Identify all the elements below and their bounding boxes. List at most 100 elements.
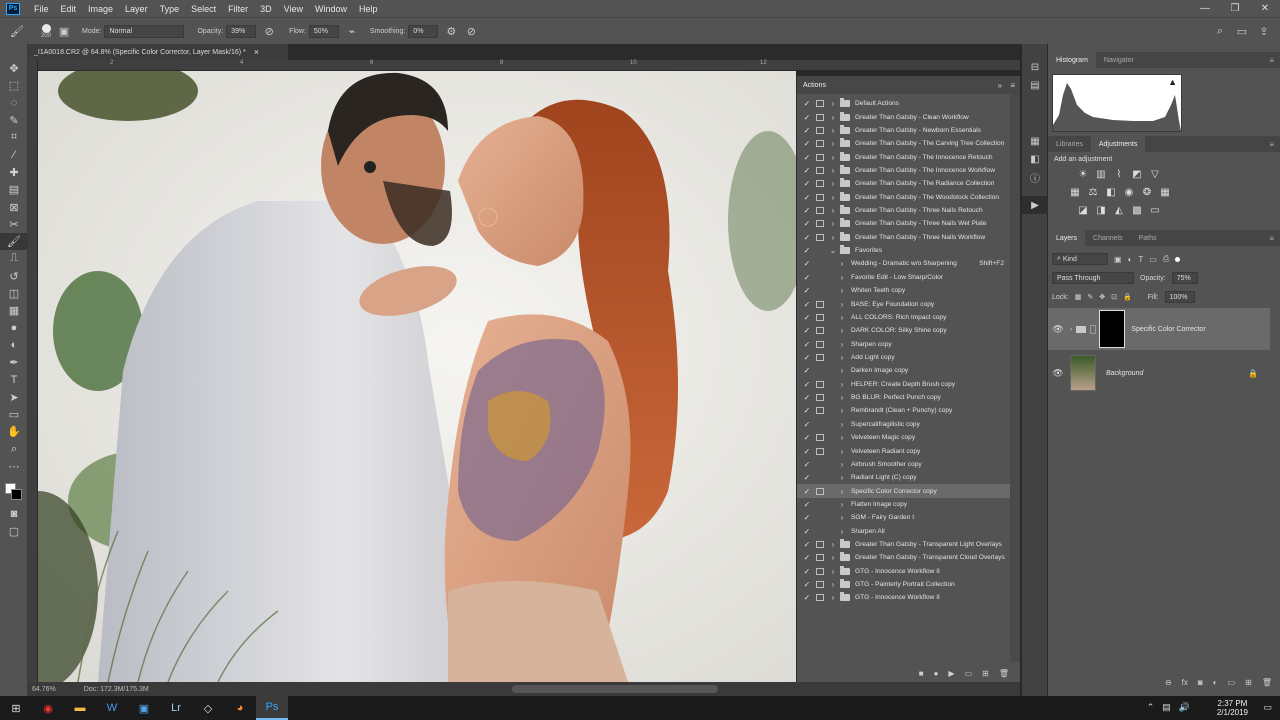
expand-arrow-icon[interactable]: › — [829, 139, 837, 148]
dialog-toggle-icon[interactable] — [816, 581, 824, 589]
action-row[interactable]: ✓ › Darken Image copy — [797, 364, 1010, 377]
action-row[interactable]: ✓ › SGM - Fairy Garden I — [797, 511, 1010, 524]
group-expand-icon[interactable]: › — [1070, 326, 1072, 333]
tray-expand-icon[interactable]: ⌃ — [1147, 702, 1155, 713]
expand-arrow-icon[interactable]: › — [829, 193, 837, 202]
menu-help[interactable]: Help — [353, 4, 384, 14]
menu-filter[interactable]: Filter — [222, 4, 254, 14]
actions-tab[interactable]: Actions — [803, 82, 826, 89]
store-icon[interactable]: ▣ — [128, 696, 160, 720]
action-row[interactable]: ✓ › Greater Than Gatsby - Clean Workflow — [797, 110, 1010, 123]
toggle-check-icon[interactable]: ✓ — [802, 460, 812, 469]
action-row[interactable]: ✓ › Add Light copy — [797, 351, 1010, 364]
eraser-tool-icon[interactable]: ◫ — [0, 285, 28, 302]
expand-arrow-icon[interactable]: › — [838, 420, 846, 429]
type-tool-icon[interactable]: T — [0, 371, 28, 388]
lock-all-icon[interactable]: 🔒 — [1123, 293, 1132, 301]
brush-settings-icon[interactable]: ▣ — [57, 24, 71, 38]
tab-paths[interactable]: Paths — [1131, 230, 1165, 246]
layer-thumbnail[interactable] — [1070, 355, 1096, 391]
toggle-check-icon[interactable]: ✓ — [802, 567, 812, 576]
selective-color-icon[interactable]: ▩ — [1130, 204, 1144, 216]
quick-select-tool-icon[interactable]: ✎ — [0, 112, 28, 129]
dialog-toggle-icon[interactable] — [816, 367, 824, 374]
blur-tool-icon[interactable]: ● — [0, 319, 28, 336]
dialog-toggle-icon[interactable] — [816, 501, 824, 508]
lock-position-icon[interactable]: ✥ — [1099, 293, 1105, 301]
visibility-eye-icon[interactable]: 👁 — [1048, 368, 1068, 379]
tab-histogram[interactable]: Histogram — [1048, 52, 1096, 68]
expand-arrow-icon[interactable]: › — [829, 99, 837, 108]
toggle-check-icon[interactable]: ✓ — [802, 433, 812, 442]
dialog-toggle-icon[interactable] — [816, 300, 824, 308]
action-row[interactable]: ✓ › Greater Than Gatsby - The Innocence Wo… — [797, 164, 1010, 177]
fx-icon[interactable]: fx — [1182, 678, 1188, 687]
zoom-level[interactable]: 64.76% — [32, 686, 56, 693]
workspace-icon[interactable]: ▭ — [1235, 24, 1249, 38]
more-tools-icon[interactable]: ⋯ — [0, 458, 28, 475]
action-row[interactable]: ✓ › DARK COLOR: Silky Shine copy — [797, 324, 1010, 337]
tab-channels[interactable]: Channels — [1085, 230, 1131, 246]
close-document-icon[interactable]: × — [254, 47, 259, 57]
dialog-toggle-icon[interactable] — [816, 327, 824, 335]
toggle-check-icon[interactable]: ✓ — [802, 513, 812, 522]
photoshop-taskbar-icon[interactable]: Ps — [256, 696, 288, 720]
expand-arrow-icon[interactable]: › — [838, 513, 846, 522]
curves-icon[interactable]: ⌇ — [1112, 168, 1126, 180]
action-row[interactable]: ✓ › Default Actions — [797, 97, 1010, 110]
expand-arrow-icon[interactable]: ⌄ — [829, 246, 837, 255]
layer-filter-select[interactable]: ⌕ Kind — [1052, 253, 1108, 265]
dialog-toggle-icon[interactable] — [816, 528, 824, 535]
toggle-check-icon[interactable]: ✓ — [802, 473, 812, 482]
exposure-icon[interactable]: ◩ — [1130, 168, 1144, 180]
action-row[interactable]: ✓ › Sharpen copy — [797, 337, 1010, 350]
toggle-check-icon[interactable]: ✓ — [802, 593, 812, 602]
action-row[interactable]: ✓ ⌄ Favorites — [797, 244, 1010, 257]
airbrush-icon[interactable]: ⌁ — [345, 24, 359, 38]
dialog-toggle-icon[interactable] — [816, 541, 824, 549]
action-row[interactable]: ✓ › Sharpen All — [797, 525, 1010, 538]
expand-arrow-icon[interactable]: › — [829, 126, 837, 135]
fill-input[interactable]: 100% — [1164, 291, 1195, 303]
color-icon[interactable]: ◧ — [1022, 150, 1048, 168]
dialog-toggle-icon[interactable] — [816, 394, 824, 402]
expand-arrow-icon[interactable]: › — [838, 473, 846, 482]
share-icon[interactable]: ⇪ — [1257, 24, 1271, 38]
pressure-size-icon[interactable]: ⊘ — [464, 24, 478, 38]
filter-pixel-icon[interactable]: ▣ — [1114, 255, 1122, 264]
menu-view[interactable]: View — [278, 4, 309, 14]
expand-arrow-icon[interactable]: › — [838, 460, 846, 469]
toggle-check-icon[interactable]: ✓ — [802, 153, 812, 162]
expand-arrow-icon[interactable]: › — [838, 380, 846, 389]
expand-arrow-icon[interactable]: › — [838, 313, 846, 322]
dialog-toggle-icon[interactable] — [816, 193, 824, 201]
toggle-check-icon[interactable]: ✓ — [802, 300, 812, 309]
dialog-toggle-icon[interactable] — [816, 421, 824, 428]
mode-select[interactable]: Normal — [104, 24, 185, 38]
eyedropper-tool-icon[interactable]: ⁄ — [0, 146, 28, 163]
expand-arrow-icon[interactable]: › — [838, 326, 846, 335]
dialog-toggle-icon[interactable] — [816, 140, 824, 148]
dialog-toggle-icon[interactable] — [816, 274, 824, 281]
dialog-toggle-icon[interactable] — [816, 447, 824, 455]
lock-artboard-icon[interactable]: ⊡ — [1111, 293, 1117, 301]
document-canvas[interactable] — [38, 71, 796, 682]
dialog-toggle-icon[interactable] — [816, 100, 824, 108]
search-icon[interactable]: ⌕ — [1213, 24, 1227, 38]
toggle-check-icon[interactable]: ✓ — [802, 313, 812, 322]
dialog-toggle-icon[interactable] — [816, 287, 824, 294]
toggle-check-icon[interactable]: ✓ — [802, 259, 812, 268]
toggle-check-icon[interactable]: ✓ — [802, 393, 812, 402]
zoom-tool-icon[interactable]: ⌕ — [0, 441, 28, 458]
action-row[interactable]: ✓ › GTG - Innocence Workflow II — [797, 591, 1010, 604]
filter-toggle-icon[interactable] — [1175, 256, 1181, 262]
toggle-check-icon[interactable]: ✓ — [802, 553, 812, 562]
action-row[interactable]: ✓ › Whiten Teeth copy — [797, 284, 1010, 297]
toggle-check-icon[interactable]: ✓ — [802, 233, 812, 242]
menu-type[interactable]: Type — [154, 4, 186, 14]
dialog-toggle-icon[interactable] — [816, 220, 824, 228]
layer-opacity-input[interactable]: 75% — [1171, 272, 1198, 284]
patch-tool-icon[interactable]: ▤ — [0, 181, 28, 198]
expand-arrow-icon[interactable]: › — [838, 273, 846, 282]
toggle-check-icon[interactable]: ✓ — [802, 420, 812, 429]
